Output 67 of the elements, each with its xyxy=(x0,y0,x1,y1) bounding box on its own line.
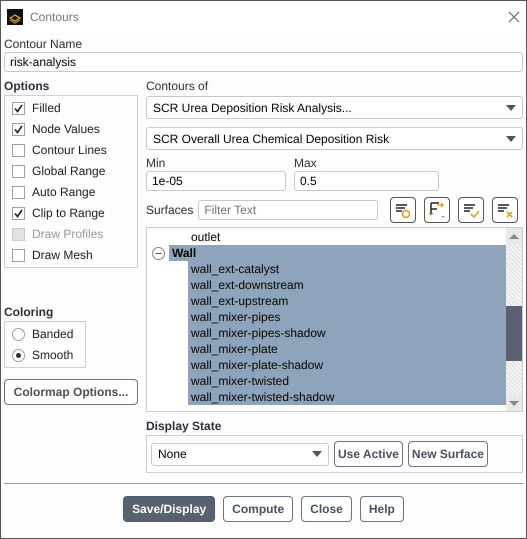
dropdown-arrow-icon xyxy=(506,104,516,110)
display-state-button[interactable]: Use Active xyxy=(334,441,403,467)
footer-button[interactable]: Help xyxy=(360,496,404,522)
tree-item[interactable]: wall_ext-catalyst xyxy=(188,261,506,277)
checkbox[interactable] xyxy=(12,102,25,114)
checkbox-label: Filled xyxy=(32,101,61,115)
app-logo-icon xyxy=(7,8,23,24)
checkbox[interactable] xyxy=(12,206,25,220)
checkbox-label: Draw Profiles xyxy=(32,227,104,241)
checkbox[interactable] xyxy=(12,186,25,198)
tree-item[interactable]: wall_ext-upstream xyxy=(188,293,506,309)
field-label: Min xyxy=(146,155,166,171)
field-label: Contour Name xyxy=(4,36,84,52)
checkbox[interactable] xyxy=(12,248,25,262)
radio-label: Smooth xyxy=(32,348,74,362)
filter-field[interactable]: Filter Text xyxy=(198,200,378,220)
field-label: Contours of xyxy=(146,78,210,94)
list-arrows-icon-button[interactable] xyxy=(424,197,450,223)
tree-item[interactable]: wall_mixer-twisted-shadow xyxy=(188,389,506,405)
radio-button[interactable] xyxy=(12,328,25,340)
contour-field-dropdown[interactable]: SCR Overall Urea Chemical Deposition Risk xyxy=(146,127,523,150)
footer-button[interactable]: Save/Display xyxy=(123,496,216,522)
checkbox[interactable] xyxy=(12,164,25,178)
checkbox-label: Draw Mesh xyxy=(32,248,93,262)
contour-variable-dropdown[interactable]: SCR Urea Deposition Risk Analysis... xyxy=(146,96,523,119)
checkbox-label: Contour Lines xyxy=(32,143,107,157)
list-arrows-icon xyxy=(427,200,448,220)
display-state-button[interactable]: New Surface xyxy=(408,441,488,467)
dropdown-arrow-icon xyxy=(506,136,516,142)
tree-item[interactable]: wall_mixer-pipes xyxy=(188,309,506,325)
display-state-dropdown[interactable]: None xyxy=(151,442,329,466)
scroll-up-icon[interactable] xyxy=(506,228,522,244)
footer-button[interactable]: Compute xyxy=(223,496,294,522)
list-check-icon-button[interactable] xyxy=(458,197,484,223)
footer-button[interactable]: Close xyxy=(301,496,352,522)
checkbox-label: Auto Range xyxy=(32,185,96,199)
checkbox-label: Clip to Range xyxy=(32,206,105,220)
tree-group[interactable]: Wall xyxy=(169,245,506,261)
section-title: Display State xyxy=(146,418,222,434)
tree-item[interactable]: wall_mixer-plate xyxy=(188,341,506,357)
tree-item[interactable]: outlet xyxy=(188,229,506,245)
close-icon[interactable] xyxy=(508,10,520,22)
scrollbar[interactable] xyxy=(506,228,522,411)
list-circle-icon-button[interactable] xyxy=(390,197,416,223)
window-title: Contours xyxy=(30,10,80,24)
min-field[interactable]: 1e-05 xyxy=(146,171,286,191)
checkbox-label: Node Values xyxy=(32,122,100,136)
tree-item[interactable]: wall_mixer-plate-shadow xyxy=(188,357,506,373)
checkbox-label: Global Range xyxy=(32,164,106,178)
section-title: Coloring xyxy=(4,304,54,320)
radio-button[interactable] xyxy=(12,348,25,362)
tree-item[interactable]: wall_mixer-pipes-shadow xyxy=(188,325,506,341)
colormap-options-button[interactable]: Colormap Options... xyxy=(4,379,138,405)
checkbox[interactable] xyxy=(12,144,25,156)
checkbox[interactable] xyxy=(12,122,25,136)
field-label: Surfaces xyxy=(146,202,194,218)
section-title: Options xyxy=(4,78,50,94)
max-field[interactable]: 0.5 xyxy=(294,171,439,191)
collapse-icon[interactable] xyxy=(152,246,165,260)
list-clear-icon-button[interactable] xyxy=(492,197,518,223)
tree-item[interactable]: wall_ext-downstream xyxy=(188,277,506,293)
radio-label: Banded xyxy=(32,327,74,341)
dropdown-arrow-icon xyxy=(312,451,322,457)
field-label: Max xyxy=(294,155,318,171)
contour-name-field[interactable]: risk-analysis xyxy=(4,52,523,72)
tree-item[interactable]: wall_mixer-twisted xyxy=(188,373,506,389)
scroll-down-icon[interactable] xyxy=(506,395,522,411)
